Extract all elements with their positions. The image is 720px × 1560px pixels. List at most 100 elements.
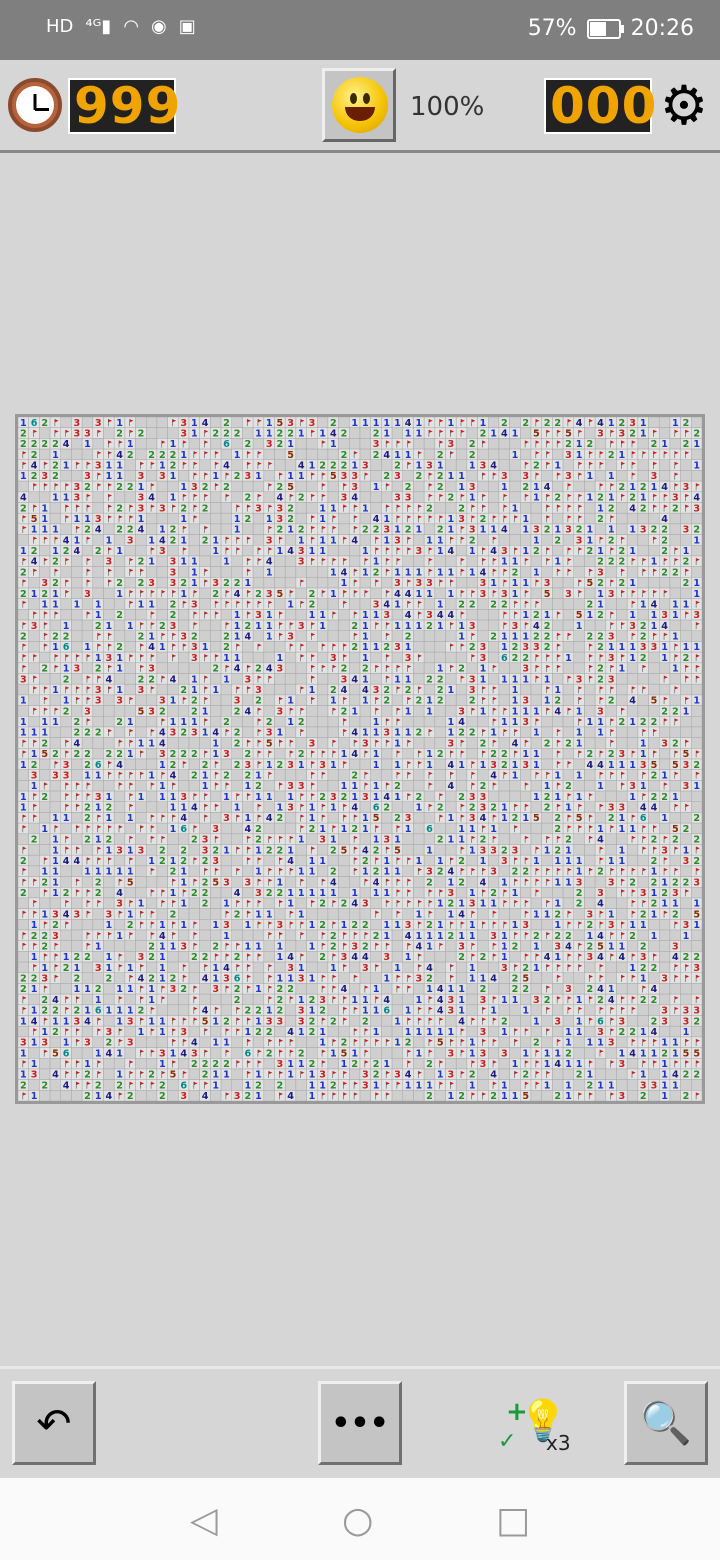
cell[interactable] [509, 790, 521, 802]
cell[interactable] [498, 619, 510, 631]
cell[interactable] [28, 662, 40, 674]
cell[interactable] [359, 758, 371, 770]
cell[interactable] [113, 491, 126, 503]
cell[interactable] [659, 587, 671, 599]
cell[interactable] [359, 716, 371, 728]
cell[interactable] [370, 470, 382, 482]
cell[interactable] [210, 438, 222, 450]
cell[interactable] [680, 769, 692, 781]
cell[interactable] [445, 555, 457, 567]
cell[interactable] [28, 651, 40, 664]
cell[interactable] [584, 726, 596, 738]
cell[interactable] [81, 459, 94, 471]
cell[interactable] [306, 673, 318, 685]
cell[interactable] [317, 587, 329, 599]
cell[interactable] [434, 641, 446, 653]
cell[interactable] [18, 651, 29, 664]
cell[interactable] [680, 427, 692, 439]
cell[interactable] [231, 780, 243, 792]
cell[interactable] [691, 705, 702, 717]
cell[interactable] [156, 630, 168, 642]
cell[interactable] [124, 545, 136, 557]
cell[interactable] [423, 427, 436, 439]
cell[interactable] [284, 705, 297, 717]
cell[interactable] [509, 523, 521, 535]
cell[interactable] [520, 822, 532, 835]
cell[interactable] [680, 812, 692, 824]
cell[interactable] [391, 694, 403, 706]
cell[interactable] [488, 438, 500, 450]
cell[interactable] [498, 780, 510, 792]
cell[interactable] [113, 790, 126, 802]
cell[interactable] [317, 737, 329, 749]
cell[interactable] [28, 801, 40, 813]
cell[interactable] [349, 716, 361, 728]
cell[interactable] [445, 448, 457, 460]
cell[interactable] [594, 812, 607, 824]
cell[interactable] [199, 566, 211, 578]
cell[interactable] [231, 502, 243, 514]
cell[interactable] [156, 812, 168, 824]
cell[interactable] [306, 438, 318, 450]
cell[interactable] [317, 438, 329, 450]
cell[interactable] [402, 545, 414, 557]
cell[interactable] [359, 448, 371, 460]
cell[interactable] [338, 555, 350, 567]
cell[interactable] [92, 587, 104, 599]
cell[interactable] [135, 459, 147, 471]
cell[interactable] [637, 470, 649, 482]
cell[interactable] [691, 737, 702, 749]
cell[interactable] [669, 512, 681, 525]
cell[interactable] [498, 662, 510, 674]
cell[interactable] [530, 577, 542, 589]
cell[interactable] [178, 694, 190, 706]
cell[interactable] [178, 769, 190, 781]
cell[interactable] [306, 427, 318, 439]
cell[interactable] [541, 769, 553, 781]
cell[interactable] [18, 641, 29, 653]
cell[interactable] [488, 502, 500, 514]
cell[interactable] [455, 609, 468, 621]
cell[interactable] [231, 480, 243, 493]
cell[interactable] [530, 587, 542, 599]
cell[interactable] [616, 737, 628, 749]
cell[interactable] [509, 459, 521, 471]
cell[interactable] [594, 737, 607, 749]
cell[interactable] [659, 577, 671, 589]
cell[interactable] [541, 705, 553, 717]
cell[interactable] [81, 577, 94, 589]
cell[interactable] [616, 609, 628, 621]
cell[interactable] [103, 641, 115, 653]
cell[interactable] [188, 790, 200, 802]
cell[interactable] [498, 448, 510, 460]
cell[interactable] [92, 822, 104, 835]
cell[interactable] [252, 545, 265, 557]
cell[interactable] [146, 801, 158, 813]
cell[interactable] [327, 577, 339, 589]
cell[interactable] [637, 438, 649, 450]
cell[interactable] [210, 555, 222, 567]
cell[interactable] [616, 566, 628, 578]
cell[interactable] [178, 737, 190, 749]
cell[interactable] [402, 459, 414, 471]
cell[interactable] [263, 705, 275, 717]
cell[interactable] [669, 480, 681, 493]
cell[interactable] [498, 438, 510, 450]
cell[interactable] [594, 748, 607, 760]
cell[interactable] [520, 683, 532, 696]
cell[interactable] [199, 716, 211, 728]
cell[interactable] [284, 822, 297, 835]
cell[interactable] [669, 726, 681, 738]
cell[interactable] [659, 748, 671, 760]
cell[interactable] [359, 555, 371, 567]
cell[interactable] [103, 448, 115, 460]
cell[interactable] [359, 769, 371, 781]
cell[interactable] [263, 641, 275, 653]
cell[interactable] [252, 480, 265, 493]
cell[interactable] [349, 737, 361, 749]
cell[interactable] [680, 683, 692, 696]
cell[interactable] [391, 480, 403, 493]
cell[interactable] [60, 555, 72, 567]
cell[interactable] [60, 512, 72, 525]
cell[interactable] [284, 534, 297, 546]
